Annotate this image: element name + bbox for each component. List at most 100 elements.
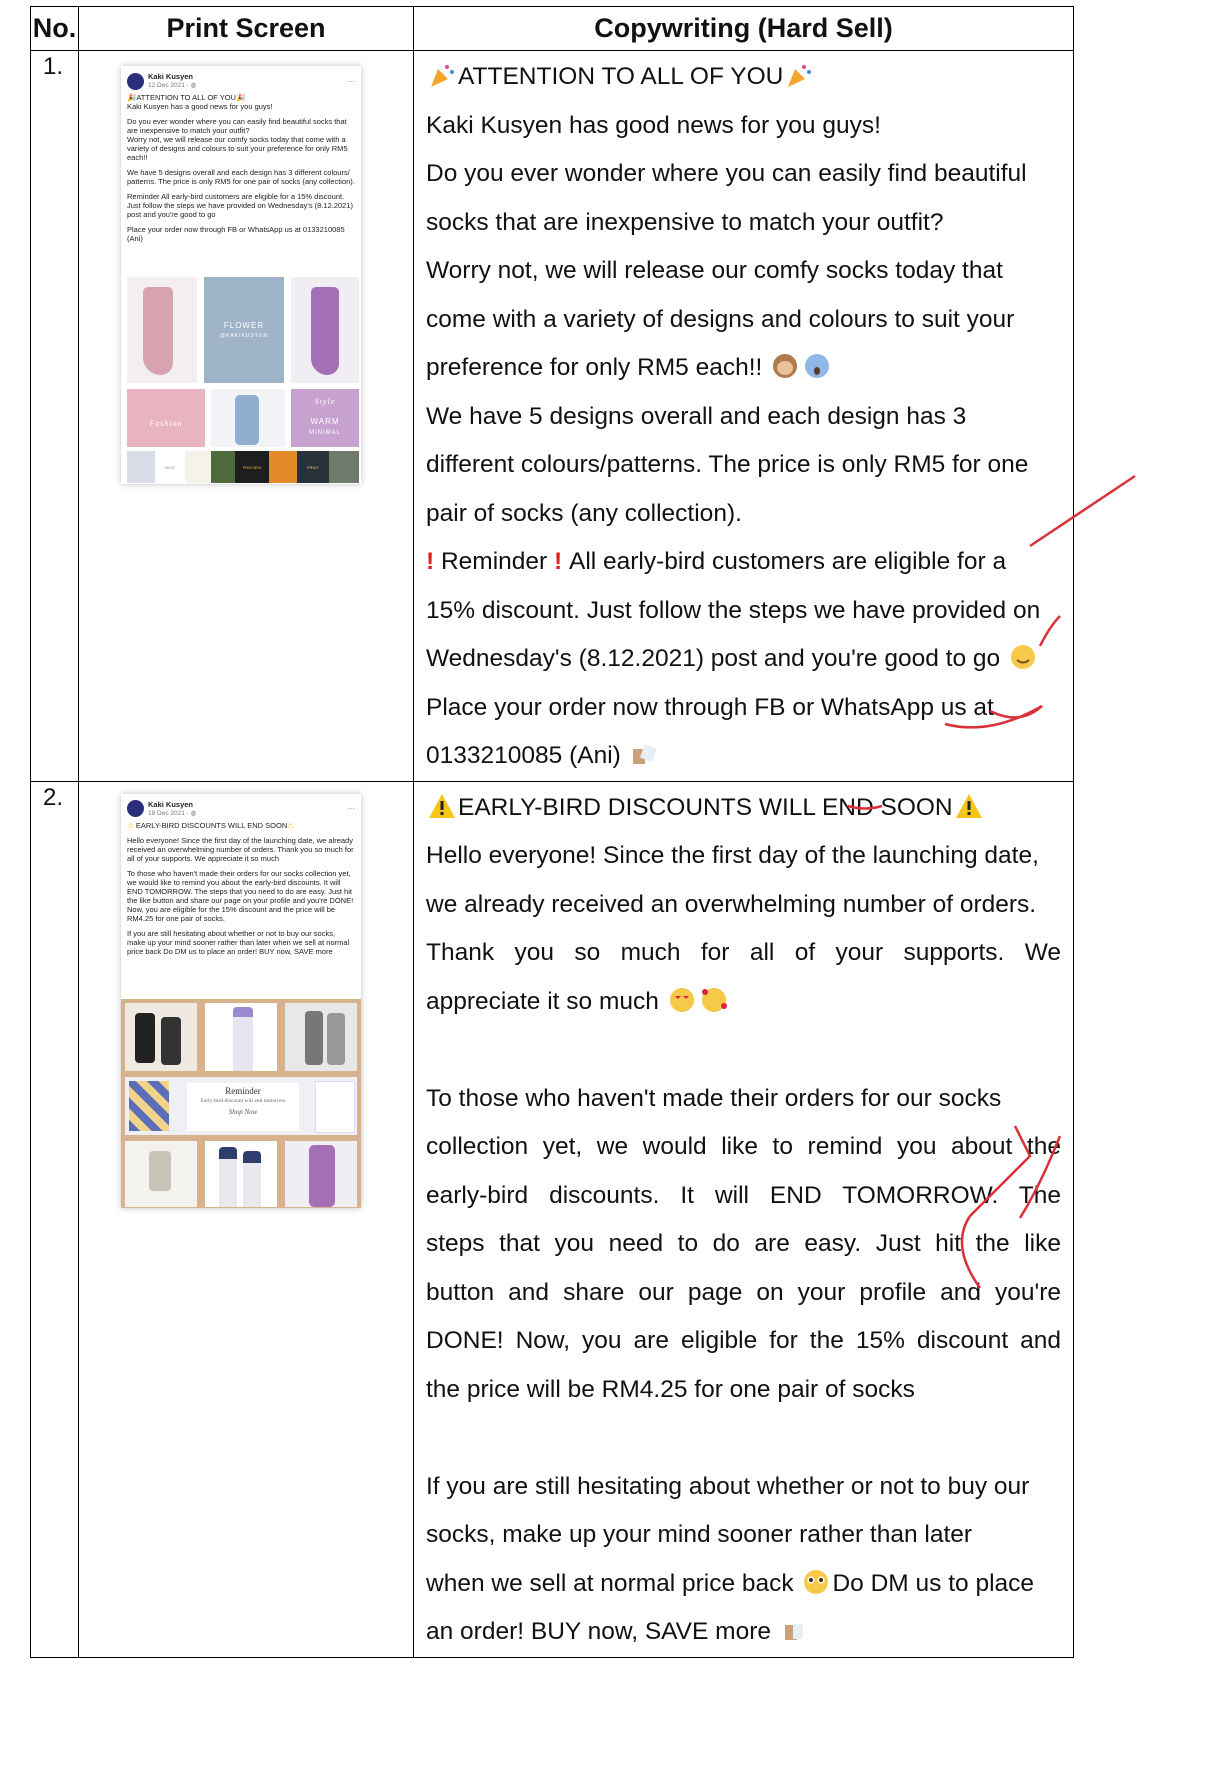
reminder-text: Early-bird discount will end tomorrow	[200, 1097, 286, 1104]
copy-line: To those who haven't made their orders f…	[426, 1084, 1002, 1112]
document-page: No. Print Screen Copywriting (Hard Sell)…	[30, 6, 1136, 1658]
exclamation-icon: !	[547, 548, 569, 575]
tile-caption: Fashion	[149, 419, 183, 428]
copywriting-table: No. Print Screen Copywriting (Hard Sell)…	[30, 6, 1074, 1658]
exclamation-icon: !	[426, 548, 435, 575]
warning-icon: ⚠	[287, 820, 294, 830]
copy-line: Thank you so much for all of your suppor…	[426, 939, 1061, 966]
tile-caption: PREVIEW	[235, 451, 269, 483]
see-no-evil-monkey-icon	[773, 354, 798, 378]
row-number: 1.	[30, 50, 79, 782]
patterned-sock-image	[125, 1140, 197, 1207]
post-image-grid: Reminder Early-bird discount will end to…	[121, 998, 361, 1208]
tile-caption: Style	[314, 397, 336, 406]
reminder-image: Reminder Early-bird discount will end to…	[125, 1076, 357, 1135]
globe-icon: ◍	[190, 809, 197, 817]
fashion-image: Fashion	[127, 389, 205, 447]
tile-caption: FRUIT	[297, 451, 329, 483]
globe-icon: ◍	[190, 82, 197, 89]
warning-icon: ⚠	[127, 820, 134, 830]
copy-line: we already received an overwhelming numb…	[426, 890, 1037, 918]
tile-caption: FLOWER	[223, 321, 265, 330]
post-paragraph: Do you ever wonder where you can easily …	[127, 117, 348, 162]
table-row: 2. Kaki Kusyen 18 Dec 2021 · ◍ ··· ⚠ EAR…	[30, 780, 1074, 1658]
print-screen-cell: Kaki Kusyen 18 Dec 2021 · ◍ ··· ⚠ EARLY-…	[78, 780, 414, 1658]
copy-line: the price will be RM4.25 for one pair of…	[426, 1375, 915, 1403]
facebook-post-screenshot: Kaki Kusyen 18 Dec 2021 · ◍ ··· ⚠ EARLY-…	[121, 793, 361, 1208]
table-row: 1. Kaki Kusyen 12 Dec 2021 · ◍ ··· 🎉ATTE…	[30, 50, 1074, 782]
copy-line: pair of socks (any collection).	[426, 499, 742, 527]
copy-line: Do you ever wonder where you can easily …	[426, 160, 1027, 187]
copy-line: Reminder	[440, 548, 548, 575]
pink-sock-image	[127, 277, 197, 383]
purple-sock-image	[291, 277, 359, 383]
copy-line: steps that you need to do are easy. Just…	[426, 1230, 1061, 1257]
copy-line: when we sell at normal price back	[426, 1569, 794, 1597]
party-popper-icon: 🎉	[235, 93, 246, 102]
black-sock-image	[125, 1002, 197, 1071]
reminder-cta: Shop Now	[228, 1107, 258, 1116]
post-paragraph: EARLY-BIRD DISCOUNTS WILL END SOON	[135, 820, 288, 830]
header-print-screen: Print Screen	[78, 6, 414, 51]
copy-line: button and share our page on your profil…	[426, 1278, 1061, 1306]
pleading-face-icon	[804, 1569, 829, 1594]
avatar	[127, 72, 144, 90]
party-popper-icon: 🎉	[127, 93, 137, 102]
header-copywriting: Copywriting (Hard Sell)	[413, 6, 1074, 51]
party-popper-icon	[788, 65, 812, 87]
post-image-grid: FLOWER @KAKIKUSYEN Fashion Style WARM MI…	[121, 269, 361, 484]
post-paragraph: We have 5 designs overall and each desig…	[127, 168, 355, 186]
avatar	[127, 800, 144, 817]
post-paragraph: Kaki Kusyen has a good news for you guys…	[127, 102, 273, 111]
lilac-sock-image	[285, 1140, 357, 1207]
tile-caption: @KAKIKUSYEN	[219, 333, 269, 339]
copy-line: socks, make up your mind sooner rather t…	[426, 1521, 973, 1548]
copy-line: We have 5 designs overall and each desig…	[426, 402, 967, 430]
flower-collection-image: FLOWER @KAKIKUSYEN	[204, 277, 284, 383]
blue-sock-image	[211, 389, 285, 447]
post-paragraph: To those who haven't made their orders f…	[127, 868, 354, 923]
copy-line: appreciate it so much	[426, 987, 659, 1015]
header-no: No.	[30, 6, 79, 51]
copy-line: Worry not, we will release our comfy soc…	[426, 257, 1003, 284]
copy-line: Place your order now through FB or Whats…	[426, 693, 994, 721]
tile-caption: MINIMAL	[308, 430, 341, 436]
copy-line: Kaki Kusyen has good news for you guys!	[426, 111, 881, 139]
post-page-name: Kaki Kusyen	[148, 72, 194, 81]
copy-line: Wednesday's (8.12.2021) post and you're …	[426, 645, 1001, 672]
post-page-name: Kaki Kusyen	[148, 799, 194, 809]
post-paragraph: Reminder All early-bird customers are el…	[127, 192, 354, 219]
copy-line: 15% discount. Just follow the steps we h…	[426, 596, 1041, 624]
shopping-bags-icon	[632, 744, 657, 764]
copy-line: Hello everyone! Since the first day of t…	[426, 842, 1039, 869]
warning-icon	[429, 793, 455, 818]
copy-line: If you are still hesitating about whethe…	[426, 1472, 1030, 1500]
copy-line: collection yet, we would like to remind …	[426, 1133, 1061, 1160]
navy-sock-image	[205, 1140, 277, 1207]
heart-eyes-icon	[669, 987, 694, 1012]
tile-caption: WARM	[310, 417, 340, 426]
copy-line: 0133210085 (Ani)	[426, 742, 621, 769]
more-options-icon: ···	[347, 76, 355, 86]
screaming-face-icon	[805, 354, 830, 378]
warning-icon	[955, 793, 982, 818]
copy-line: Do DM us to place	[832, 1569, 1035, 1597]
copy-line: EARLY-BIRD DISCOUNTS WILL END SOON	[458, 793, 953, 821]
copy-line: preference for only RM5 each!!	[426, 354, 763, 381]
copy-line: different colours/patterns. The price is…	[426, 451, 1029, 478]
copywriting-cell: ATTENTION TO ALL OF YOU Kaki Kusyen has …	[413, 50, 1074, 782]
post-paragraph: Place your order now through FB or Whats…	[127, 225, 345, 243]
header-row: No. Print Screen Copywriting (Hard Sell)	[30, 6, 1074, 51]
hugging-face-icon	[1010, 645, 1035, 669]
post-paragraph: ATTENTION TO ALL OF YOU	[136, 93, 236, 102]
copy-line: early-bird discounts. It will END TOMORR…	[426, 1181, 1061, 1209]
row-number: 2.	[30, 780, 79, 1658]
print-screen-cell: Kaki Kusyen 12 Dec 2021 · ◍ ··· 🎉ATTENTI…	[78, 50, 414, 782]
copy-line: All early-bird customers are eligible fo…	[568, 548, 1007, 575]
smiling-hearts-icon	[701, 987, 727, 1012]
copywriting-cell: EARLY-BIRD DISCOUNTS WILL END SOON Hello…	[413, 780, 1074, 1658]
white-sock-image	[205, 1002, 277, 1071]
tile-caption: NICE	[155, 451, 185, 483]
post-paragraph: Hello everyone! Since the first day of t…	[127, 835, 354, 863]
copy-line: ATTENTION TO ALL OF YOU	[458, 63, 784, 90]
